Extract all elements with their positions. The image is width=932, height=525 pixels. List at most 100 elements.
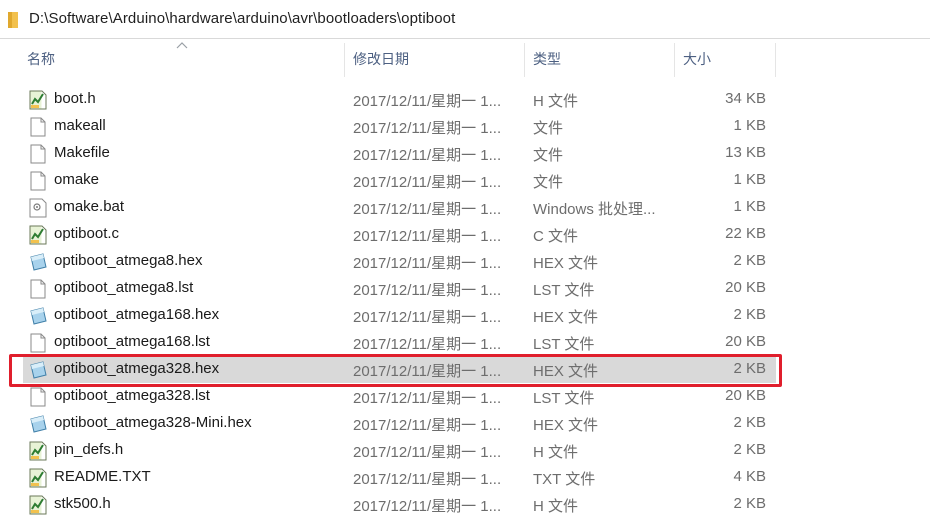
file-row[interactable]: optiboot.c 2017/12/11/星期一 1... C 文件 22 KB bbox=[23, 221, 776, 248]
file-size: 20 KB bbox=[725, 279, 766, 296]
file-size: 22 KB bbox=[725, 225, 766, 242]
file-row[interactable]: boot.h 2017/12/11/星期一 1... H 文件 34 KB bbox=[23, 86, 776, 113]
file-name: pin_defs.h bbox=[54, 441, 124, 458]
blank-file-icon bbox=[29, 117, 47, 137]
file-size: 2 KB bbox=[733, 360, 766, 377]
column-header-row: 名称 修改日期 类型 大小 bbox=[0, 39, 932, 79]
column-divider[interactable] bbox=[674, 43, 675, 77]
column-divider[interactable] bbox=[524, 43, 525, 77]
c-source-icon bbox=[29, 468, 47, 488]
hex-file-icon bbox=[29, 360, 47, 380]
hex-file-icon bbox=[29, 414, 47, 434]
file-type: H 文件 bbox=[533, 93, 579, 110]
file-row[interactable]: optiboot_atmega328.lst 2017/12/11/星期一 1..… bbox=[23, 383, 776, 410]
file-type: H 文件 bbox=[533, 498, 579, 515]
file-type: 文件 bbox=[533, 174, 564, 191]
file-date: 2017/12/11/星期一 1... bbox=[353, 174, 502, 191]
file-type: HEX 文件 bbox=[533, 363, 599, 380]
file-size: 2 KB bbox=[733, 414, 766, 431]
file-row[interactable]: Makefile 2017/12/11/星期一 1... 文件 13 KB bbox=[23, 140, 776, 167]
file-date: 2017/12/11/星期一 1... bbox=[353, 282, 502, 299]
file-name: optiboot.c bbox=[54, 225, 120, 242]
file-date: 2017/12/11/星期一 1... bbox=[353, 471, 502, 488]
file-size: 13 KB bbox=[725, 144, 766, 161]
file-date: 2017/12/11/星期一 1... bbox=[353, 336, 502, 353]
file-type: C 文件 bbox=[533, 228, 579, 245]
file-name: omake bbox=[54, 171, 100, 188]
file-date: 2017/12/11/星期一 1... bbox=[353, 201, 502, 218]
file-date: 2017/12/11/星期一 1... bbox=[353, 363, 502, 380]
batch-file-icon bbox=[29, 198, 47, 218]
file-name: optiboot_atmega328-Mini.hex bbox=[54, 414, 252, 431]
file-row[interactable]: omake.bat 2017/12/11/星期一 1... Windows 批处理.… bbox=[23, 194, 776, 221]
hex-file-icon bbox=[29, 252, 47, 272]
file-size: 1 KB bbox=[733, 171, 766, 188]
file-size: 2 KB bbox=[733, 441, 766, 458]
column-header-size[interactable]: 大小 bbox=[683, 39, 773, 79]
column-header-date[interactable]: 修改日期 bbox=[353, 39, 523, 79]
file-row[interactable]: README.TXT 2017/12/11/星期一 1... TXT 文件 4 KB bbox=[23, 464, 776, 491]
c-source-icon bbox=[29, 441, 47, 461]
file-type: LST 文件 bbox=[533, 336, 595, 353]
column-divider[interactable] bbox=[344, 43, 345, 77]
blank-file-icon bbox=[29, 144, 47, 164]
folder-icon bbox=[8, 12, 18, 28]
file-row[interactable]: optiboot_atmega168.hex 2017/12/11/星期一 1..… bbox=[23, 302, 776, 329]
file-size: 1 KB bbox=[733, 198, 766, 215]
file-type: 文件 bbox=[533, 147, 564, 164]
file-name: README.TXT bbox=[54, 468, 151, 485]
file-date: 2017/12/11/星期一 1... bbox=[353, 417, 502, 434]
file-size: 34 KB bbox=[725, 90, 766, 107]
address-path[interactable]: D:\Software\Arduino\hardware\arduino\avr… bbox=[29, 10, 455, 27]
file-type: 文件 bbox=[533, 120, 564, 137]
file-name: Makefile bbox=[54, 144, 110, 161]
column-header-name[interactable]: 名称 bbox=[27, 39, 344, 79]
file-date: 2017/12/11/星期一 1... bbox=[353, 93, 502, 110]
file-row[interactable]: stk500.h 2017/12/11/星期一 1... H 文件 2 KB bbox=[23, 491, 776, 518]
file-date: 2017/12/11/星期一 1... bbox=[353, 147, 502, 164]
file-name: stk500.h bbox=[54, 495, 111, 512]
file-row[interactable]: pin_defs.h 2017/12/11/星期一 1... H 文件 2 KB bbox=[23, 437, 776, 464]
file-size: 2 KB bbox=[733, 252, 766, 269]
blank-file-icon bbox=[29, 333, 47, 353]
file-name: optiboot_atmega8.lst bbox=[54, 279, 194, 296]
column-type-label: 类型 bbox=[533, 51, 561, 67]
file-size: 20 KB bbox=[725, 333, 766, 350]
file-row[interactable]: optiboot_atmega328-Mini.hex 2017/12/11/星期… bbox=[23, 410, 776, 437]
column-divider[interactable] bbox=[775, 43, 776, 77]
file-row[interactable]: makeall 2017/12/11/星期一 1... 文件 1 KB bbox=[23, 113, 776, 140]
file-date: 2017/12/11/星期一 1... bbox=[353, 498, 502, 515]
column-name-label: 名称 bbox=[27, 51, 55, 67]
file-type: HEX 文件 bbox=[533, 255, 599, 272]
file-size: 20 KB bbox=[725, 387, 766, 404]
file-name: omake.bat bbox=[54, 198, 125, 215]
file-size: 2 KB bbox=[733, 306, 766, 323]
file-row[interactable]: optiboot_atmega168.lst 2017/12/11/星期一 1..… bbox=[23, 329, 776, 356]
c-source-icon bbox=[29, 495, 47, 515]
file-date: 2017/12/11/星期一 1... bbox=[353, 120, 502, 137]
c-source-icon bbox=[29, 225, 47, 245]
file-row[interactable]: optiboot_atmega8.lst 2017/12/11/星期一 1... L… bbox=[23, 275, 776, 302]
address-bar[interactable]: D:\Software\Arduino\hardware\arduino\avr… bbox=[0, 0, 930, 39]
c-source-icon bbox=[29, 90, 47, 110]
blank-file-icon bbox=[29, 279, 47, 299]
file-name: optiboot_atmega328.lst bbox=[54, 387, 210, 404]
file-type: LST 文件 bbox=[533, 282, 595, 299]
column-header-type[interactable]: 类型 bbox=[533, 39, 673, 79]
file-name: optiboot_atmega168.lst bbox=[54, 333, 210, 350]
file-date: 2017/12/11/星期一 1... bbox=[353, 444, 502, 461]
file-name: optiboot_atmega168.hex bbox=[54, 306, 220, 323]
column-date-label: 修改日期 bbox=[353, 51, 409, 67]
file-name: optiboot_atmega8.hex bbox=[54, 252, 203, 269]
file-name: makeall bbox=[54, 117, 106, 134]
file-date: 2017/12/11/星期一 1... bbox=[353, 390, 502, 407]
file-row[interactable]: optiboot_atmega8.hex 2017/12/11/星期一 1... H… bbox=[23, 248, 776, 275]
column-size-label: 大小 bbox=[683, 51, 711, 67]
file-type: H 文件 bbox=[533, 444, 579, 461]
file-type: HEX 文件 bbox=[533, 309, 599, 326]
file-type: TXT 文件 bbox=[533, 471, 596, 488]
file-date: 2017/12/11/星期一 1... bbox=[353, 255, 502, 272]
file-row-selected[interactable]: optiboot_atmega328.hex 2017/12/11/星期一 1..… bbox=[23, 356, 776, 383]
file-row[interactable]: omake 2017/12/11/星期一 1... 文件 1 KB bbox=[23, 167, 776, 194]
file-size: 4 KB bbox=[733, 468, 766, 485]
